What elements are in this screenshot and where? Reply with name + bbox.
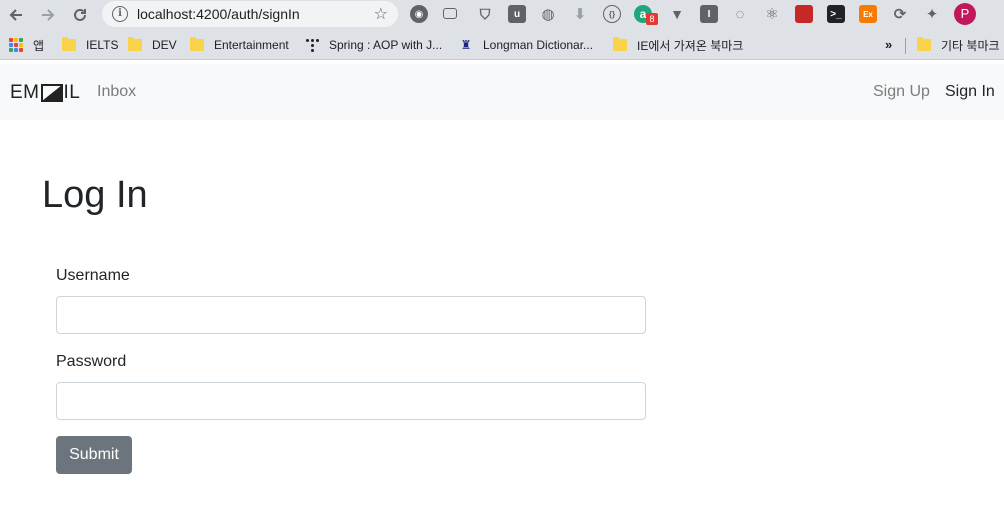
speedometer-icon[interactable]: ◌ bbox=[731, 5, 749, 23]
longman-ship-icon: ♜ bbox=[460, 38, 472, 52]
brand-prefix: EM bbox=[10, 82, 40, 103]
puzzle-extensions-icon[interactable]: ✦ bbox=[923, 5, 941, 23]
globe-icon[interactable]: ◍ bbox=[539, 5, 557, 23]
back-arrow-icon[interactable] bbox=[4, 3, 28, 27]
forward-arrow-icon[interactable] bbox=[36, 3, 60, 27]
extension-ex-icon[interactable]: Ex bbox=[859, 5, 877, 23]
bookmarks-overflow-chevron[interactable]: » bbox=[885, 37, 892, 52]
profile-avatar[interactable]: P bbox=[954, 3, 976, 25]
bookmark-dev[interactable]: DEV bbox=[128, 37, 177, 53]
username-label: Username bbox=[56, 267, 130, 284]
browser-toolbar: i localhost:4200/auth/signIn ☆ ◉ ⛉ u ◍ ⬇… bbox=[0, 0, 1004, 30]
nav-sign-in-link[interactable]: Sign In bbox=[945, 83, 995, 101]
brand-suffix: IL bbox=[63, 82, 81, 103]
pocket-icon[interactable]: ⛉ bbox=[476, 5, 494, 23]
bookmark-label: Longman Dictionar... bbox=[483, 38, 594, 52]
bookmark-star-icon[interactable]: ☆ bbox=[374, 4, 388, 24]
username-input[interactable] bbox=[56, 296, 646, 334]
reload-icon[interactable] bbox=[68, 3, 92, 27]
bookmark-label: Entertainment bbox=[214, 38, 289, 52]
bookmark-entertainment[interactable]: Entertainment bbox=[190, 37, 289, 53]
nav-sign-up-link[interactable]: Sign Up bbox=[873, 83, 930, 101]
extension-badge: 8 bbox=[646, 13, 658, 25]
folder-icon bbox=[613, 37, 627, 51]
vue-devtools-icon[interactable]: ▼ bbox=[668, 5, 686, 23]
brand-logo[interactable]: EM IL bbox=[10, 82, 80, 104]
bookmarks-separator bbox=[905, 38, 906, 54]
bookmark-other[interactable]: 기타 북마크 bbox=[917, 37, 1000, 53]
apps-grid-icon bbox=[9, 38, 23, 52]
bookmark-longman[interactable]: ♜ Longman Dictionar... bbox=[459, 37, 593, 53]
bookmarks-bar: 앱 IELTS DEV Entertainment Spring : AOP w… bbox=[0, 30, 1004, 60]
submit-button[interactable]: Submit bbox=[56, 436, 132, 474]
address-url[interactable]: localhost:4200/auth/signIn bbox=[137, 6, 300, 22]
bookmark-label: 앱 bbox=[33, 38, 45, 53]
dots-favicon-icon bbox=[305, 38, 319, 52]
react-devtools-icon[interactable]: ⚛ bbox=[763, 5, 781, 23]
folder-icon bbox=[190, 37, 204, 51]
red-book-icon[interactable] bbox=[795, 5, 813, 23]
extension-screen-icon[interactable] bbox=[443, 8, 457, 19]
password-input[interactable] bbox=[56, 382, 646, 420]
brand-envelope-icon bbox=[40, 84, 63, 102]
folder-icon bbox=[128, 37, 142, 51]
folder-icon bbox=[917, 37, 931, 51]
bookmark-label: 기타 북마크 bbox=[941, 38, 1000, 53]
json-viewer-icon[interactable]: {} bbox=[603, 5, 621, 23]
bookmark-ielts[interactable]: IELTS bbox=[62, 37, 118, 53]
bookmark-apps[interactable]: 앱 bbox=[9, 37, 44, 53]
site-info-icon[interactable]: i bbox=[112, 6, 128, 22]
sync-icon[interactable]: ⟳ bbox=[891, 5, 909, 23]
bookmark-label: IELTS bbox=[86, 38, 119, 52]
instapaper-icon[interactable]: I bbox=[700, 5, 718, 23]
nav-inbox-link[interactable]: Inbox bbox=[97, 83, 136, 101]
bookmark-spring-aop[interactable]: Spring : AOP with J... bbox=[305, 37, 442, 53]
extension-film-icon[interactable]: ◉ bbox=[410, 5, 428, 23]
bookmark-label: DEV bbox=[152, 38, 177, 52]
app-navbar: EM IL Inbox Sign Up Sign In bbox=[0, 64, 1004, 120]
bookmark-label: IE에서 가져온 북마크 bbox=[637, 38, 744, 53]
password-label: Password bbox=[56, 353, 127, 370]
address-bar[interactable]: i localhost:4200/auth/signIn ☆ bbox=[102, 1, 398, 27]
download-arrow-icon[interactable]: ⬇ bbox=[571, 5, 589, 23]
page-title: Log In bbox=[42, 174, 148, 216]
bookmark-ie-imported[interactable]: IE에서 가져온 북마크 bbox=[613, 37, 743, 53]
folder-icon bbox=[62, 37, 76, 51]
terminal-icon[interactable]: >_ bbox=[827, 5, 845, 23]
ublock-shield-icon[interactable]: u bbox=[508, 5, 526, 23]
bookmark-label: Spring : AOP with J... bbox=[329, 38, 443, 52]
